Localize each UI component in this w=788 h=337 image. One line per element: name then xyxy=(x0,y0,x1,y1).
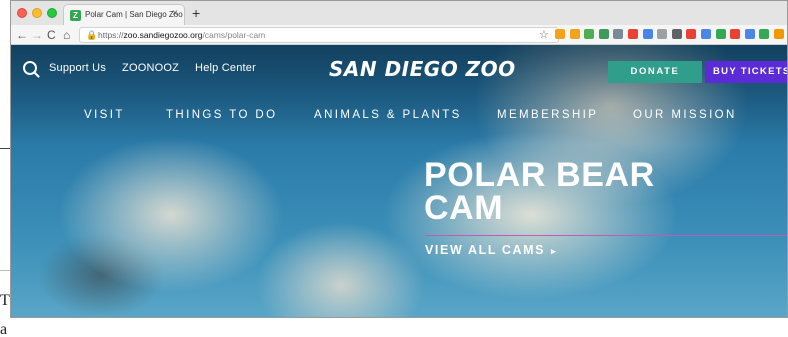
hero-title-line: CAM xyxy=(424,189,504,227)
extension-icon[interactable] xyxy=(730,29,741,39)
extension-icon[interactable] xyxy=(569,29,580,39)
extensions-bar xyxy=(555,29,787,39)
view-all-cams-link[interactable]: VIEW ALL CAMS ▸ xyxy=(425,243,557,257)
new-tab-button[interactable]: + xyxy=(192,5,200,21)
donate-button[interactable]: DONATE xyxy=(608,61,702,83)
extension-icon[interactable] xyxy=(584,29,595,39)
url-scheme: https:// xyxy=(98,30,124,40)
extension-icon[interactable] xyxy=(598,29,609,39)
extension-icon[interactable] xyxy=(627,29,638,39)
browser-tab[interactable]: Z Polar Cam | San Diego Zoo × xyxy=(63,4,185,25)
screen: Th a Z Polar Cam | San Diego Zoo × + ← →… xyxy=(0,0,788,337)
address-bar[interactable]: 🔒 https://zoo.sandiegozoo.org/cams/polar… xyxy=(79,27,559,43)
lock-icon: 🔒 xyxy=(86,30,98,40)
hero-divider xyxy=(425,235,787,236)
nav-item-animals-plants[interactable]: ANIMALS & PLANTS xyxy=(314,109,462,121)
extension-icon[interactable] xyxy=(657,29,668,39)
url-path: /cams/polar-cam xyxy=(202,30,266,40)
tab-bar: Z Polar Cam | San Diego Zoo × + xyxy=(11,1,787,25)
support-us-link[interactable]: Support Us xyxy=(49,62,106,74)
minimize-window-button[interactable] xyxy=(32,8,42,18)
url-domain: zoo.sandiegozoo.org xyxy=(123,30,203,40)
background-document-text: a xyxy=(0,321,8,337)
utility-nav: Support Us ZOONOOZ Help Center xyxy=(23,61,272,75)
bookmark-star-icon[interactable]: ☆ xyxy=(539,28,549,41)
extension-icon[interactable] xyxy=(642,29,653,39)
san-diego-zoo-logo[interactable]: SAN DIEGO ZOO xyxy=(329,57,516,81)
extension-icon[interactable] xyxy=(700,29,711,39)
extension-icon[interactable] xyxy=(715,29,726,39)
buy-tickets-button[interactable]: BUY TICKETS xyxy=(705,61,787,83)
help-center-link[interactable]: Help Center xyxy=(195,62,256,74)
search-icon[interactable] xyxy=(23,61,37,75)
url-text[interactable]: https://zoo.sandiegozoo.org/cams/polar-c… xyxy=(98,30,265,40)
extension-icon[interactable] xyxy=(613,29,624,39)
home-icon[interactable]: ⌂ xyxy=(63,28,70,42)
main-nav: VISIT THINGS TO DO ANIMALS & PLANTS MEMB… xyxy=(11,109,787,125)
zoo-favicon-icon: Z xyxy=(70,10,81,21)
nav-item-visit[interactable]: VISIT xyxy=(84,109,125,121)
extension-icon[interactable] xyxy=(773,29,784,39)
reload-icon[interactable]: C xyxy=(47,28,56,42)
zoonooz-link[interactable]: ZOONOOZ xyxy=(122,62,179,74)
extension-icon[interactable] xyxy=(555,29,565,39)
tab-close-icon[interactable]: × xyxy=(172,8,178,19)
nav-item-things-to-do[interactable]: THINGS TO DO xyxy=(166,109,277,121)
close-window-button[interactable] xyxy=(17,8,27,18)
forward-arrow-icon[interactable]: → xyxy=(31,28,43,42)
hero-title-line: POLAR BEAR xyxy=(424,156,655,194)
view-all-cams-label: VIEW ALL CAMS xyxy=(425,243,546,257)
hero-title: POLAR BEAR CAM xyxy=(424,156,655,227)
extension-icon[interactable] xyxy=(744,29,755,39)
back-arrow-icon[interactable]: ← xyxy=(16,28,28,42)
hero-section: Support Us ZOONOOZ Help Center SAN DIEGO… xyxy=(11,45,787,317)
extension-icon[interactable] xyxy=(671,29,682,39)
tab-title: Polar Cam | San Diego Zoo xyxy=(85,10,183,19)
browser-toolbar: ← → C ⌂ 🔒 https://zoo.sandiegozoo.org/ca… xyxy=(11,25,787,45)
nav-item-our-mission[interactable]: OUR MISSION xyxy=(633,109,737,121)
extension-icon[interactable] xyxy=(686,29,697,39)
nav-item-membership[interactable]: MEMBERSHIP xyxy=(497,109,598,121)
maximize-window-button[interactable] xyxy=(47,8,57,18)
chevron-right-icon: ▸ xyxy=(551,246,558,256)
browser-window: Z Polar Cam | San Diego Zoo × + ← → C ⌂ … xyxy=(10,0,788,318)
extension-icon[interactable] xyxy=(759,29,770,39)
